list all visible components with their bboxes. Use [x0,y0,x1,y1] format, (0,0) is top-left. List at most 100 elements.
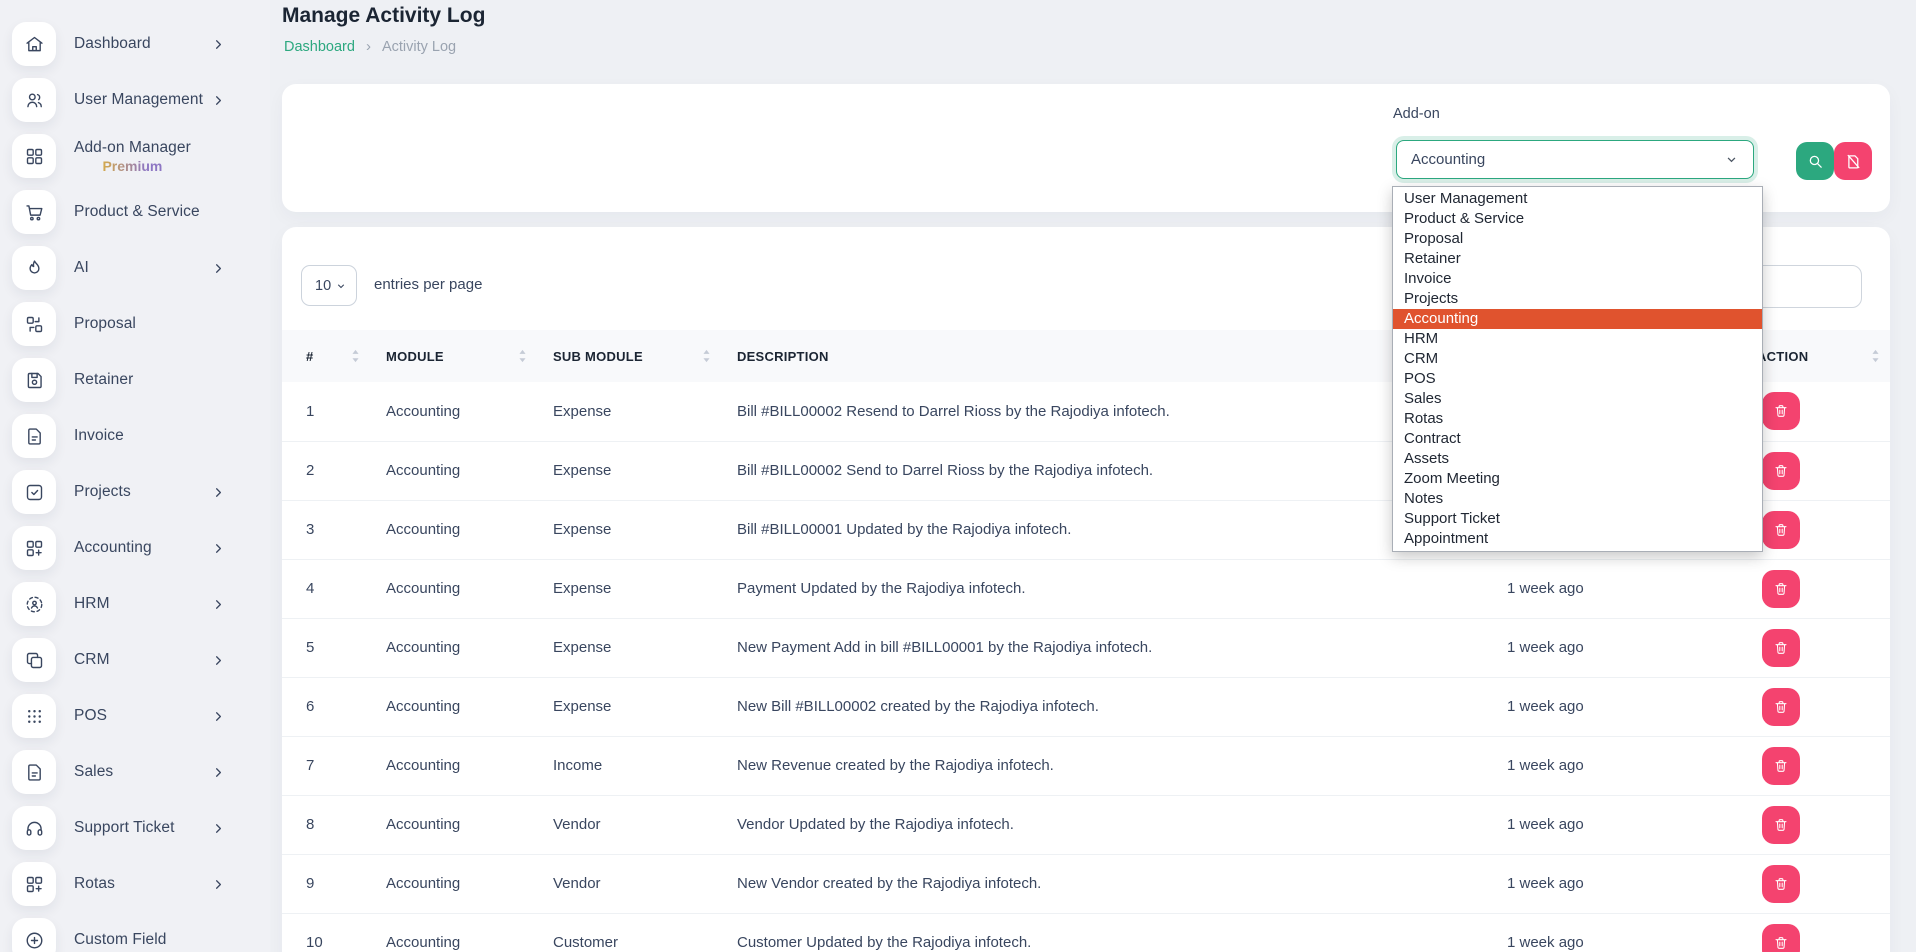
sort-icon[interactable] [518,349,527,363]
sidebar-item-custom-field[interactable]: Custom Field [0,912,270,952]
sort-icon[interactable] [351,349,360,363]
sidebar-item-accounting[interactable]: Accounting [0,520,270,576]
trash-icon [1773,758,1789,774]
dropdown-option[interactable]: Notes [1393,489,1762,509]
dropdown-option[interactable]: Support Ticket [1393,509,1762,529]
delete-button[interactable] [1762,570,1800,608]
headset-icon [12,806,56,850]
sidebar-item-label: Invoice [74,427,124,445]
sidebar-item-label: POS [74,707,107,725]
delete-button[interactable] [1762,452,1800,490]
cell-date: 1 week ago [1507,677,1757,736]
sidebar-item-ai[interactable]: AI [0,240,270,296]
dropdown-option[interactable]: Appointment [1393,529,1762,549]
sidebar-item-label: Support Ticket [74,819,174,837]
user-dashed-icon [12,582,56,626]
cell-number: 8 [282,795,386,854]
entries-per-page-label: entries per page [374,276,482,293]
dropdown-option[interactable]: Accounting [1393,309,1762,329]
chevron-right-icon [211,597,226,612]
sidebar-item-proposal[interactable]: Proposal [0,296,270,352]
header-sub-module[interactable]: SUB MODULE [553,330,737,382]
dropdown-option[interactable]: POS [1393,369,1762,389]
table-row: 7 Accounting Income New Revenue created … [282,736,1890,795]
table-row: 5 Accounting Expense New Payment Add in … [282,618,1890,677]
dropdown-option[interactable]: Projects [1393,289,1762,309]
sidebar-item-label: Dashboard [74,35,151,53]
chevron-right-icon [211,765,226,780]
cell-sub-module: Customer [553,913,737,952]
addon-dropdown-list: User Management Product & Service Propos… [1392,186,1763,552]
sidebar-item-user-management[interactable]: User Management [0,72,270,128]
sidebar-item-sales[interactable]: Sales [0,744,270,800]
cell-module: Accounting [386,618,553,677]
delete-button[interactable] [1762,511,1800,549]
doc-icon [12,750,56,794]
dropdown-option[interactable]: CRM [1393,349,1762,369]
page-title: Manage Activity Log [282,4,485,28]
cell-number: 4 [282,559,386,618]
chevron-down-icon [335,280,347,292]
cell-sub-module: Expense [553,382,737,441]
header-number[interactable]: # [282,330,386,382]
cell-number: 3 [282,500,386,559]
chevron-right-icon [211,485,226,500]
cell-module: Accounting [386,795,553,854]
sidebar-item-crm[interactable]: CRM [0,632,270,688]
sidebar-item-support-ticket[interactable]: Support Ticket [0,800,270,856]
sidebar-item-hrm[interactable]: HRM [0,576,270,632]
cart-icon [12,190,56,234]
cell-module: Accounting [386,854,553,913]
cell-module: Accounting [386,559,553,618]
dropdown-option[interactable]: Proposal [1393,229,1762,249]
sidebar-item-pos[interactable]: POS [0,688,270,744]
grid-plus-icon [12,862,56,906]
header-action[interactable]: ACTION [1757,330,1890,382]
clear-filter-button[interactable] [1834,142,1872,180]
delete-button[interactable] [1762,747,1800,785]
cell-date: 1 week ago [1507,854,1757,913]
chevron-right-icon [211,709,226,724]
header-module[interactable]: MODULE [386,330,553,382]
breadcrumb-dashboard-link[interactable]: Dashboard [284,39,355,55]
sidebar-item-dashboard[interactable]: Dashboard [0,16,270,72]
sidebar-item-projects[interactable]: Projects [0,464,270,520]
addon-select-value: Accounting [1411,151,1485,168]
cell-sub-module: Income [553,736,737,795]
dropdown-option[interactable]: Retainer [1393,249,1762,269]
cell-module: Accounting [386,500,553,559]
delete-button[interactable] [1762,865,1800,903]
search-button[interactable] [1796,142,1834,180]
dropdown-option[interactable]: HRM [1393,329,1762,349]
dropdown-option[interactable]: Sales [1393,389,1762,409]
delete-button[interactable] [1762,392,1800,430]
delete-button[interactable] [1762,688,1800,726]
sidebar-item-invoice[interactable]: Invoice [0,408,270,464]
sidebar-item-product-service[interactable]: Product & Service [0,184,270,240]
dropdown-option[interactable]: Assets [1393,449,1762,469]
sidebar: Dashboard User Management Add-on Manager… [0,0,270,952]
swap-icon [12,302,56,346]
dropdown-option[interactable]: Zoom Meeting [1393,469,1762,489]
entries-per-page-select[interactable]: 10 [301,265,357,306]
dropdown-option[interactable]: Contract [1393,429,1762,449]
addon-select[interactable]: Accounting [1396,140,1754,179]
dropdown-option[interactable]: User Management [1393,189,1762,209]
sort-icon[interactable] [702,349,711,363]
cell-date: 1 week ago [1507,559,1757,618]
sidebar-item-add-on-manager[interactable]: Add-on Manager Premium [0,128,270,184]
cell-module: Accounting [386,677,553,736]
dropdown-option[interactable]: Rotas [1393,409,1762,429]
sidebar-item-label: Rotas [74,875,115,893]
delete-button[interactable] [1762,924,1800,952]
sidebar-item-rotas[interactable]: Rotas [0,856,270,912]
cell-description: Payment Updated by the Rajodiya infotech… [737,559,1507,618]
delete-button[interactable] [1762,806,1800,844]
trash-icon [1773,522,1789,538]
dropdown-option[interactable]: Product & Service [1393,209,1762,229]
trash-icon [1773,935,1789,951]
delete-button[interactable] [1762,629,1800,667]
sort-icon[interactable] [1871,349,1880,363]
sidebar-item-retainer[interactable]: Retainer [0,352,270,408]
dropdown-option[interactable]: Invoice [1393,269,1762,289]
